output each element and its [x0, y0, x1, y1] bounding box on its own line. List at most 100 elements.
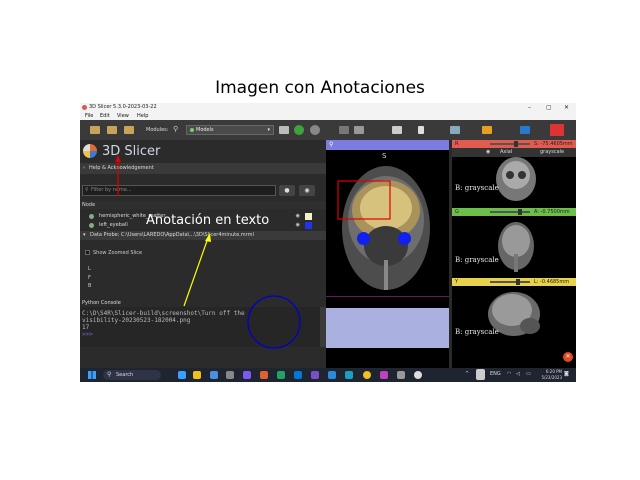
eye-icon[interactable]: ◉ — [299, 185, 315, 196]
python-console[interactable]: C:\D\S4R\Slicer-build\screenshot\Turn of… — [80, 307, 320, 347]
green-slice-bar[interactable]: G A: -0.7500mm — [452, 208, 576, 216]
left-eyeball-marker — [357, 232, 370, 245]
red-slice-bar[interactable]: R S: -75.4605mm — [452, 140, 576, 148]
red-slice-view[interactable]: B: grayscale — [452, 157, 576, 207]
store-icon[interactable] — [226, 371, 234, 379]
yellow-slice-slider[interactable] — [490, 281, 530, 283]
yellow-slice-view[interactable]: B: grayscale — [452, 286, 576, 348]
slider-knob[interactable] — [516, 279, 520, 285]
window-title: 3D Slicer 5.3.0-2023-03-22 — [89, 104, 157, 110]
taskbar-app-icon[interactable] — [243, 371, 251, 379]
terminal-icon[interactable] — [397, 371, 405, 379]
model-icon — [89, 223, 94, 228]
minimize-button[interactable]: – — [528, 103, 531, 112]
eye-icon[interactable]: ◉ — [296, 212, 300, 221]
close-button[interactable]: ✕ — [564, 103, 569, 112]
window-titlebar: 3D Slicer 5.3.0-2023-03-22 – ▢ ✕ — [80, 103, 576, 112]
module-selector[interactable]: Models ▾ — [186, 125, 274, 135]
excel-icon[interactable] — [277, 371, 285, 379]
green-slice-value: A: -0.7500mm — [534, 209, 570, 215]
data-probe-section[interactable]: ▾ Data Probe: C:\Users\LAREDO\AppData\..… — [80, 231, 326, 240]
back-arrow-icon[interactable] — [294, 125, 304, 135]
menu-view[interactable]: View — [117, 112, 129, 120]
node-name: left_eyeball — [99, 222, 128, 228]
taskbar-app-icon[interactable] — [178, 371, 186, 379]
slicer-logo-icon — [83, 144, 97, 158]
python-icon[interactable] — [339, 126, 349, 134]
extension-icon[interactable] — [354, 126, 364, 134]
color-swatch[interactable] — [305, 222, 312, 229]
extensions-manager-icon[interactable] — [520, 126, 530, 134]
pin-icon[interactable]: ⚲ — [329, 141, 333, 148]
slicer-logo-text: 3D Slicer — [102, 144, 161, 159]
language-indicator[interactable]: ENG — [490, 371, 501, 377]
tray-app-icon[interactable] — [476, 369, 485, 380]
chevron-down-icon: ▾ — [267, 127, 270, 133]
maximize-button[interactable]: ▢ — [546, 103, 552, 112]
load-dicom-icon[interactable] — [107, 126, 117, 134]
markups-icon[interactable] — [550, 124, 564, 136]
battery-icon[interactable]: ▭ — [526, 371, 531, 377]
taskbar-app-icon[interactable] — [260, 371, 268, 379]
edge-icon[interactable] — [210, 371, 218, 379]
notification-icon[interactable]: ◙ — [564, 371, 569, 377]
console-line: C:\D\S4R\Slicer-build\screenshot\Turn of… — [82, 310, 245, 317]
pointer-icon[interactable] — [418, 126, 424, 134]
data-probe-label: Data Probe: C:\Users\LAREDO\AppData\...\… — [90, 232, 254, 238]
filter-placeholder: Filter by name... — [91, 187, 132, 193]
module-list-icon[interactable] — [279, 126, 289, 134]
chevron-up-icon[interactable]: ^ — [465, 371, 469, 377]
vscode-icon[interactable] — [294, 371, 302, 379]
volume-icon[interactable]: ◁ — [516, 371, 520, 377]
windows-start-icon[interactable] — [88, 371, 96, 379]
taskbar-app-icon[interactable] — [328, 371, 336, 379]
forward-arrow-icon[interactable] — [310, 125, 320, 135]
slice-controls[interactable]: ◉ Axial grayscale — [452, 148, 576, 157]
slider-knob[interactable] — [518, 209, 522, 215]
window-level-icon[interactable] — [450, 126, 460, 134]
taskbar-clock[interactable]: 6:20 PM 5/23/2023 — [541, 369, 562, 381]
menu-help[interactable]: Help — [137, 112, 148, 120]
probe-b-label: B — [88, 283, 92, 289]
red-slice-slider[interactable] — [490, 143, 530, 145]
models-module-icon — [190, 128, 194, 132]
menu-edit[interactable]: Edit — [100, 112, 110, 120]
help-acknowledgement-section[interactable]: › Help & Acknowledgement — [80, 163, 326, 174]
model-icon — [89, 214, 94, 219]
slicer-taskbar-icon[interactable] — [414, 371, 422, 379]
file-explorer-icon[interactable] — [193, 371, 201, 379]
lower-3d-view[interactable] — [326, 308, 449, 348]
crosshair-icon[interactable] — [482, 126, 492, 134]
search-label: Search — [116, 372, 134, 378]
visibility-toggle-button[interactable]: ● — [279, 185, 295, 196]
visual-studio-icon[interactable] — [311, 371, 319, 379]
chrome-icon[interactable] — [363, 371, 371, 379]
eye-icon[interactable]: ◉ — [486, 148, 490, 157]
search-icon[interactable]: ⚲ — [173, 125, 178, 133]
slice-volume-label: B: grayscale — [455, 256, 499, 264]
wifi-icon[interactable]: ◠ — [507, 371, 511, 377]
orientation-select[interactable]: Axial — [500, 148, 512, 157]
yellow-slice-bar[interactable]: Y L: -0.4685mm — [452, 278, 576, 286]
screenshot: 3D Slicer 5.3.0-2023-03-22 – ▢ ✕ File Ed… — [80, 103, 576, 382]
checkbox-icon[interactable] — [85, 250, 90, 255]
green-slice-view[interactable]: B: grayscale — [452, 216, 576, 276]
taskbar-app-icon[interactable] — [380, 371, 388, 379]
filter-input[interactable]: ⚲ Filter by name... — [82, 185, 276, 196]
save-icon[interactable] — [124, 126, 134, 134]
3d-view[interactable]: S — [326, 150, 449, 297]
slider-knob[interactable] — [514, 141, 518, 147]
close-icon[interactable]: ✕ — [563, 352, 573, 362]
menu-file[interactable]: File — [85, 112, 93, 120]
taskbar-search[interactable]: ⚲ Search — [103, 370, 161, 380]
layout-icon[interactable] — [392, 126, 402, 134]
show-zoomed-slice-checkbox[interactable]: Show Zoomed Slice — [85, 250, 142, 256]
volume-select[interactable]: grayscale — [540, 148, 564, 157]
node-column-header: Node — [80, 201, 326, 209]
color-swatch[interactable] — [305, 213, 312, 220]
taskbar-app-icon[interactable] — [345, 371, 353, 379]
3d-view-controller[interactable]: ⚲ — [326, 140, 449, 150]
load-data-icon[interactable] — [90, 126, 100, 134]
eye-icon[interactable]: ◉ — [296, 221, 300, 230]
green-slice-slider[interactable] — [490, 211, 530, 213]
